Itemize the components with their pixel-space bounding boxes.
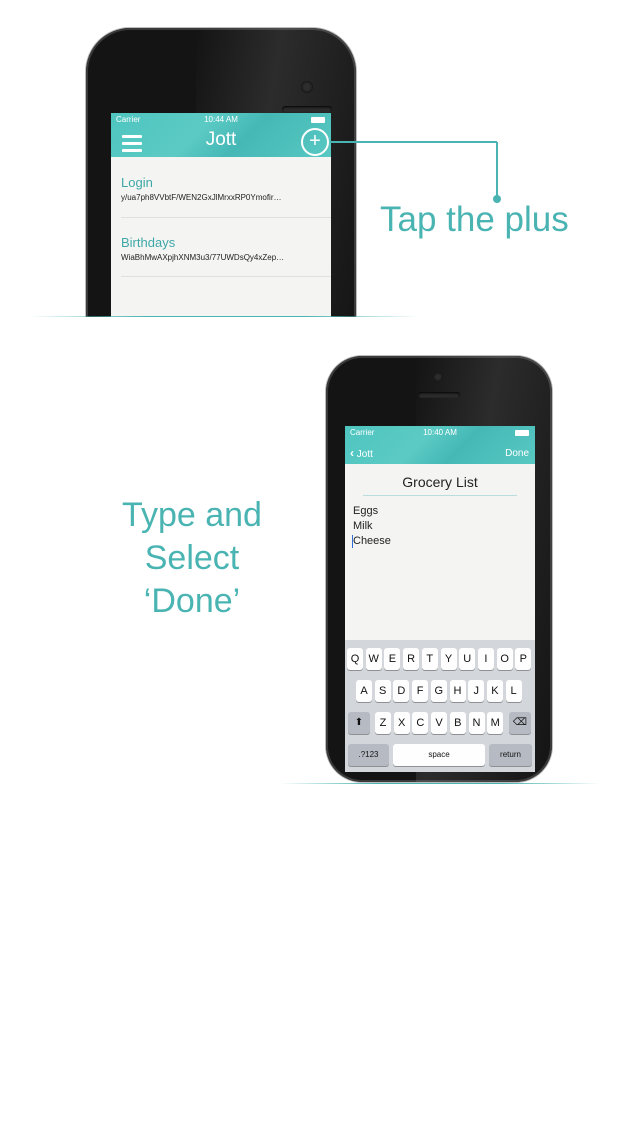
key-u[interactable]: U bbox=[459, 648, 476, 670]
key-y[interactable]: Y bbox=[440, 648, 457, 670]
key-t[interactable]: T bbox=[421, 648, 438, 670]
back-button[interactable]: ‹ Jott bbox=[350, 446, 373, 460]
key-m[interactable]: M bbox=[487, 712, 504, 734]
numbers-key[interactable]: .?123 bbox=[348, 744, 389, 766]
backspace-icon[interactable]: ⌫ bbox=[509, 712, 531, 734]
chevron-left-icon: ‹ bbox=[350, 446, 354, 460]
ground-line-top bbox=[30, 316, 420, 317]
shift-arrow-icon[interactable]: ⬆ bbox=[348, 712, 370, 734]
key-w[interactable]: W bbox=[365, 648, 382, 670]
earpiece-speaker bbox=[418, 392, 460, 398]
key-i[interactable]: I bbox=[477, 648, 494, 670]
key-o[interactable]: O bbox=[496, 648, 513, 670]
key-e[interactable]: E bbox=[384, 648, 401, 670]
key-z[interactable]: Z bbox=[375, 712, 391, 734]
callout-line-1: Type and bbox=[122, 496, 262, 534]
screen-bottom: Carrier 10:40 AM ‹ Jott Done Grocery Lis… bbox=[345, 426, 535, 772]
callout-tap-plus: Tap the plus bbox=[380, 200, 569, 239]
key-j[interactable]: J bbox=[468, 680, 485, 702]
screen-top: Carrier 10:44 AM Jott + Login y/ua7ph8VV… bbox=[111, 113, 331, 323]
onscreen-keyboard: QWERTYUIOP ASDFGHJKL ⬆ ⌫ ZXCVBNM .?123 s… bbox=[345, 640, 535, 772]
key-f[interactable]: F bbox=[412, 680, 429, 702]
key-g[interactable]: G bbox=[430, 680, 447, 702]
battery-icon bbox=[311, 117, 325, 123]
note-title-field[interactable]: Grocery List bbox=[345, 474, 535, 490]
key-s[interactable]: S bbox=[374, 680, 391, 702]
done-button[interactable]: Done bbox=[505, 448, 529, 459]
return-key[interactable]: return bbox=[489, 744, 532, 766]
note-preview-birthdays: WiaBhMwAXpjhXNM3u3/77UWDsQy4xZep… bbox=[121, 253, 285, 262]
note-line: Milk bbox=[353, 520, 373, 532]
navigation-bar: Carrier 10:40 AM ‹ Jott Done bbox=[345, 426, 535, 464]
note-body-textarea[interactable]: Eggs Milk Cheese bbox=[352, 504, 391, 549]
phone-mockup-top: Carrier 10:44 AM Jott + Login y/ua7ph8VV… bbox=[86, 28, 356, 358]
callout-type-select-done: Type and Select ‘Done’ bbox=[92, 494, 292, 623]
callout-connector bbox=[330, 141, 501, 203]
title-underline bbox=[363, 495, 517, 496]
callout-line-2: Select bbox=[144, 539, 240, 577]
app-title: Jott bbox=[205, 129, 237, 150]
status-time: 10:44 AM bbox=[204, 115, 238, 124]
earpiece-speaker bbox=[282, 106, 332, 113]
front-camera bbox=[433, 372, 443, 382]
page-background-mask bbox=[0, 317, 640, 367]
status-time: 10:40 AM bbox=[423, 428, 457, 437]
note-title-birthdays[interactable]: Birthdays bbox=[121, 235, 175, 250]
row-separator bbox=[121, 276, 331, 277]
key-l[interactable]: L bbox=[505, 680, 522, 702]
key-v[interactable]: V bbox=[431, 712, 448, 734]
key-p[interactable]: P bbox=[515, 648, 532, 670]
key-x[interactable]: X bbox=[393, 712, 410, 734]
note-line: Eggs bbox=[353, 505, 379, 517]
row-separator bbox=[121, 217, 331, 218]
note-line: Cheese bbox=[353, 535, 391, 547]
key-k[interactable]: K bbox=[486, 680, 503, 702]
key-q[interactable]: Q bbox=[347, 648, 363, 670]
key-d[interactable]: D bbox=[393, 680, 410, 702]
navigation-bar: Carrier 10:44 AM Jott + bbox=[111, 113, 331, 157]
key-c[interactable]: C bbox=[412, 712, 429, 734]
status-bar: Carrier 10:44 AM bbox=[111, 113, 331, 127]
keyboard-row-4: .?123 space return bbox=[345, 744, 535, 766]
note-preview-login: y/ua7ph8VVbtF/WEN2GxJlMrxxRP0Ymofir… bbox=[121, 193, 282, 202]
note-title-login[interactable]: Login bbox=[121, 175, 153, 190]
plus-circle-icon[interactable]: + bbox=[301, 128, 329, 156]
text-cursor bbox=[352, 535, 353, 548]
back-label: Jott bbox=[356, 449, 373, 460]
ground-line-bottom bbox=[280, 783, 600, 784]
keyboard-row-2: ASDFGHJKL bbox=[345, 680, 535, 702]
key-a[interactable]: A bbox=[356, 680, 372, 702]
key-n[interactable]: N bbox=[468, 712, 485, 734]
key-r[interactable]: R bbox=[403, 648, 420, 670]
callout-line-3: ‘Done’ bbox=[143, 582, 241, 620]
keyboard-row-3: ⬆ ⌫ ZXCVBNM bbox=[345, 712, 535, 734]
phone-mockup-bottom: Carrier 10:40 AM ‹ Jott Done Grocery Lis… bbox=[326, 356, 552, 782]
key-h[interactable]: H bbox=[449, 680, 466, 702]
space-key[interactable]: space bbox=[393, 744, 485, 766]
status-bar: Carrier 10:40 AM bbox=[345, 426, 535, 440]
keyboard-row-1: QWERTYUIOP bbox=[345, 648, 535, 670]
page-background-mask bbox=[0, 784, 640, 824]
key-b[interactable]: B bbox=[449, 712, 466, 734]
battery-icon bbox=[515, 430, 529, 436]
front-camera bbox=[301, 81, 313, 93]
